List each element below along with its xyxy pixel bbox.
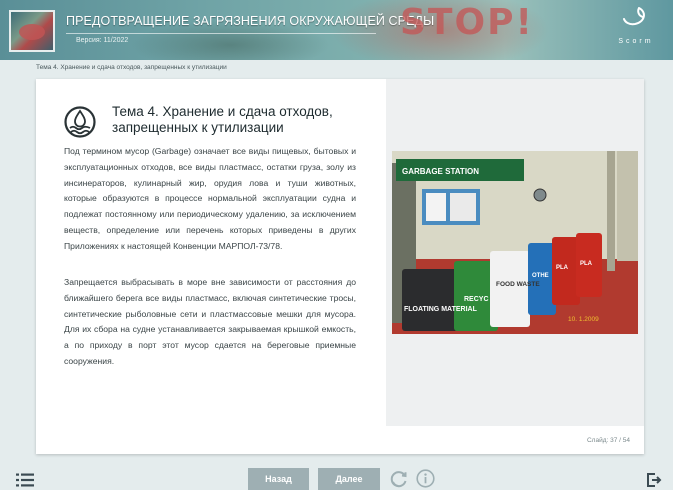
media-panel: GARBAGE STATION FLOATING MATERIAL RECYC … xyxy=(386,79,644,426)
topic-title: Тема 4. Хранение и сдача отходов, запрещ… xyxy=(112,104,362,136)
topic-title-line: Тема 4. Хранение и сдача отходов, xyxy=(112,104,333,119)
barrel-label: RECYC xyxy=(464,296,489,303)
info-icon[interactable] xyxy=(416,469,435,488)
course-version: Версия: 11/2022 xyxy=(76,37,129,44)
app-header: ПРЕДОТВРАЩЕНИЕ ЗАГРЯЗНЕНИЯ ОКРУЖАЮЩЕЙ СР… xyxy=(0,0,673,60)
stop-watermark: STOP! xyxy=(400,2,534,43)
next-button[interactable]: Далее xyxy=(318,468,380,490)
barrel-label: PLA xyxy=(580,261,593,267)
back-button[interactable]: Назад xyxy=(248,468,309,490)
garbage-station-photo: GARBAGE STATION FLOATING MATERIAL RECYC … xyxy=(392,151,638,334)
water-pollution-icon xyxy=(64,106,96,138)
barrel-label: PLA xyxy=(556,265,569,271)
scorm-logo: Scorm xyxy=(613,6,659,52)
topic-title-line: запрещенных к утилизации xyxy=(112,120,284,135)
exit-icon[interactable] xyxy=(646,472,662,488)
barrel-label: OTHE xyxy=(532,273,549,279)
course-logo xyxy=(9,10,55,52)
menu-list-icon[interactable] xyxy=(16,473,34,487)
course-title: ПРЕДОТВРАЩЕНИЕ ЗАГРЯЗНЕНИЯ ОКРУЖАЮЩЕЙ СР… xyxy=(66,14,435,28)
garbage-station-sign: GARBAGE STATION xyxy=(402,167,479,176)
photo-timestamp: 10. 1.2009 xyxy=(568,316,599,323)
reload-icon[interactable] xyxy=(389,469,409,489)
slide-counter: Слайд: 37 / 54 xyxy=(586,437,630,444)
header-divider xyxy=(66,33,376,34)
body-paragraph: Запрещается выбрасывать в море вне завис… xyxy=(64,277,356,366)
content-card: Тема 4. Хранение и сдача отходов, запрещ… xyxy=(36,79,644,454)
scorm-swirl-icon xyxy=(613,6,659,36)
breadcrumb: Тема 4. Хранение и сдача отходов, запрещ… xyxy=(36,64,227,71)
body-paragraph: Под термином мусор (Garbage) означает вс… xyxy=(64,146,356,251)
barrel-label: FLOATING MATERIAL xyxy=(404,306,478,313)
barrel-label: FOOD WASTE xyxy=(496,281,540,288)
scorm-label: Scorm xyxy=(618,38,654,45)
